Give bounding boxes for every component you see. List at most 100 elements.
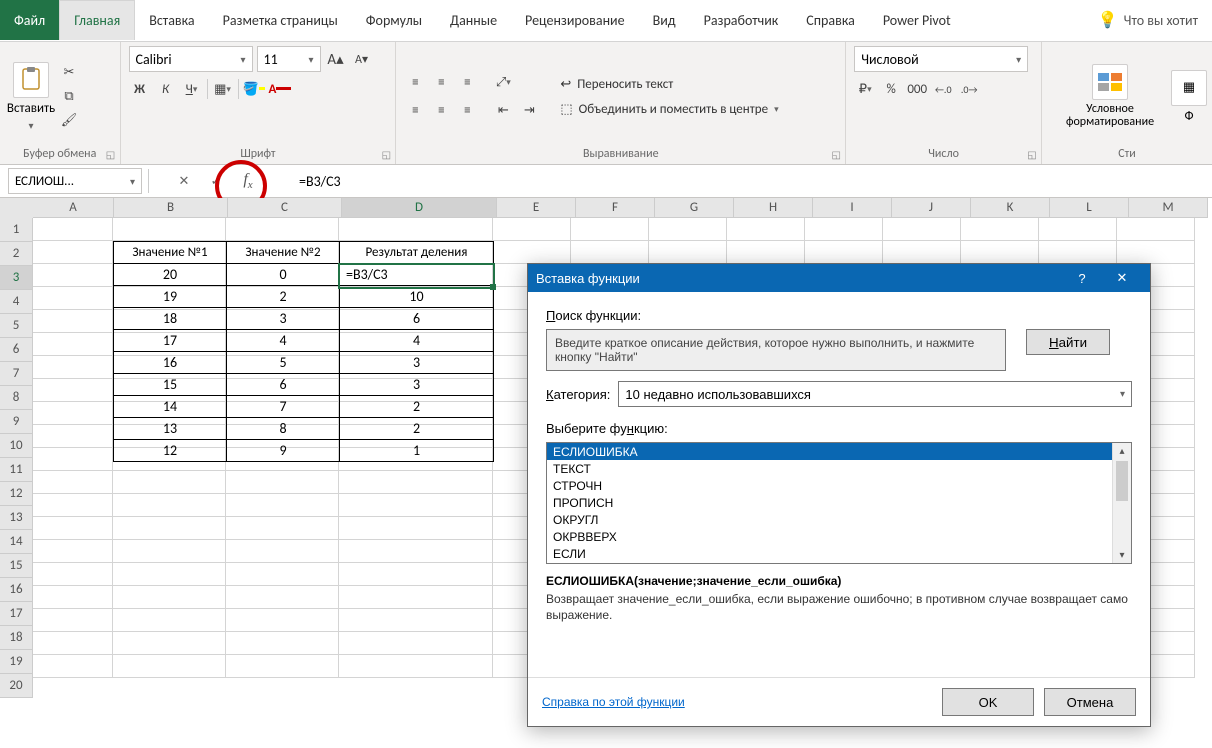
cell[interactable]	[1039, 241, 1117, 264]
category-combo[interactable]: 10 недавно использовавшихся ▾	[618, 381, 1132, 407]
cell[interactable]	[226, 517, 339, 540]
cell[interactable]	[33, 655, 113, 678]
cell[interactable]	[33, 540, 113, 563]
table-cell[interactable]: 3	[227, 308, 340, 330]
function-list-item[interactable]: ОКРВВЕРХ	[547, 528, 1131, 545]
table-cell[interactable]: 17	[114, 330, 227, 352]
function-list-item[interactable]: ПРОПИСН	[547, 494, 1131, 511]
function-help-link[interactable]: Справка по этой функции	[542, 695, 685, 709]
cell[interactable]	[33, 609, 113, 632]
insert-function-button[interactable]: fx	[237, 170, 259, 192]
column-header[interactable]: B	[114, 198, 228, 218]
dialog-titlebar[interactable]: Вставка функции ? ✕	[528, 264, 1150, 292]
cell[interactable]	[493, 241, 571, 264]
cell[interactable]	[33, 287, 113, 310]
align-bottom-button[interactable]: ≡	[456, 72, 478, 94]
scroll-thumb[interactable]	[1116, 461, 1128, 501]
decrease-decimal-button[interactable]: .0→	[958, 78, 980, 100]
row-header[interactable]: 11	[0, 458, 33, 482]
tab-review[interactable]: Рецензирование	[511, 0, 639, 40]
bold-button[interactable]: Ж	[129, 78, 151, 100]
row-header[interactable]: 17	[0, 602, 33, 626]
italic-button[interactable]: К	[155, 78, 177, 100]
cell[interactable]	[113, 632, 226, 655]
table-cell[interactable]: =B3/C3	[340, 264, 494, 286]
cell[interactable]	[1117, 241, 1195, 264]
cell[interactable]	[226, 218, 339, 241]
cell[interactable]	[33, 494, 113, 517]
cell[interactable]	[226, 540, 339, 563]
cell[interactable]	[226, 655, 339, 678]
column-header[interactable]: L	[1050, 198, 1129, 218]
font-size-combo[interactable]: 11 ▾	[257, 46, 321, 72]
cell[interactable]	[113, 517, 226, 540]
cell[interactable]	[339, 471, 493, 494]
cell[interactable]	[339, 494, 493, 517]
column-header[interactable]: D	[342, 198, 497, 218]
cell[interactable]	[883, 218, 961, 241]
function-list-item[interactable]: ТЕКСТ	[547, 460, 1131, 477]
row-header[interactable]: 20	[0, 674, 33, 698]
cell[interactable]	[883, 241, 961, 264]
column-header[interactable]: M	[1129, 198, 1208, 218]
cut-button[interactable]: ✂	[58, 62, 80, 84]
table-cell[interactable]: 4	[227, 330, 340, 352]
cell[interactable]	[226, 494, 339, 517]
row-header[interactable]: 13	[0, 506, 33, 530]
table-cell[interactable]: 8	[227, 418, 340, 440]
cell[interactable]	[33, 402, 113, 425]
cell[interactable]	[33, 586, 113, 609]
decrease-font-button[interactable]: A▾	[351, 48, 373, 70]
table-header-cell[interactable]: Значение №2	[227, 242, 340, 264]
function-list-item[interactable]: СТРОЧН	[547, 477, 1131, 494]
cell[interactable]	[113, 655, 226, 678]
table-cell[interactable]: 2	[340, 418, 494, 440]
scrollbar[interactable]: ▴ ▾	[1112, 443, 1131, 563]
cell[interactable]	[226, 471, 339, 494]
align-right-button[interactable]: ≡	[456, 100, 478, 122]
scroll-up-button[interactable]: ▴	[1113, 443, 1131, 459]
table-cell[interactable]: 3	[340, 352, 494, 374]
increase-indent-button[interactable]: ⇥	[518, 100, 540, 122]
cell[interactable]	[1117, 218, 1195, 241]
cell[interactable]	[113, 563, 226, 586]
format-as-table-button[interactable]: ▦ Ф	[1174, 70, 1204, 124]
column-header[interactable]: F	[576, 198, 655, 218]
cell[interactable]	[805, 241, 883, 264]
row-header[interactable]: 3	[0, 266, 33, 290]
table-cell[interactable]: 6	[227, 374, 340, 396]
column-header[interactable]: C	[228, 198, 342, 218]
cell[interactable]	[226, 609, 339, 632]
cell[interactable]	[339, 517, 493, 540]
row-header[interactable]: 18	[0, 626, 33, 650]
function-list-item[interactable]: ЕСЛИОШИБКА	[547, 443, 1131, 460]
cell[interactable]	[649, 218, 727, 241]
increase-font-button[interactable]: A▴	[325, 48, 347, 70]
cell[interactable]	[33, 333, 113, 356]
cancel-formula-button[interactable]: ✕	[173, 170, 195, 192]
tab-developer[interactable]: Разработчик	[690, 0, 793, 40]
underline-button[interactable]: Ч ▾	[181, 78, 203, 100]
row-header[interactable]: 16	[0, 578, 33, 602]
cell[interactable]	[113, 586, 226, 609]
cell[interactable]	[339, 563, 493, 586]
font-name-combo[interactable]: Calibri ▾	[129, 46, 253, 72]
currency-button[interactable]: ₽▾	[854, 78, 876, 100]
alignment-dialog-launcher[interactable]: ◱	[829, 148, 843, 162]
cell[interactable]	[649, 241, 727, 264]
table-cell[interactable]: 14	[114, 396, 227, 418]
align-left-button[interactable]: ≡	[404, 100, 426, 122]
font-dialog-launcher[interactable]: ◱	[379, 148, 393, 162]
conditional-formatting-button[interactable]: Условное форматирование	[1050, 64, 1170, 129]
copy-button[interactable]: ⧉	[58, 86, 80, 108]
row-header[interactable]: 4	[0, 290, 33, 314]
percent-button[interactable]: %	[880, 78, 902, 100]
cell[interactable]	[727, 241, 805, 264]
row-header[interactable]: 2	[0, 242, 33, 266]
function-search-input[interactable]: Введите краткое описание действия, котор…	[546, 329, 1006, 371]
cell[interactable]	[33, 379, 113, 402]
row-header[interactable]: 19	[0, 650, 33, 674]
font-color-button[interactable]: A	[269, 78, 291, 100]
row-header[interactable]: 15	[0, 554, 33, 578]
number-dialog-launcher[interactable]: ◱	[1025, 148, 1039, 162]
